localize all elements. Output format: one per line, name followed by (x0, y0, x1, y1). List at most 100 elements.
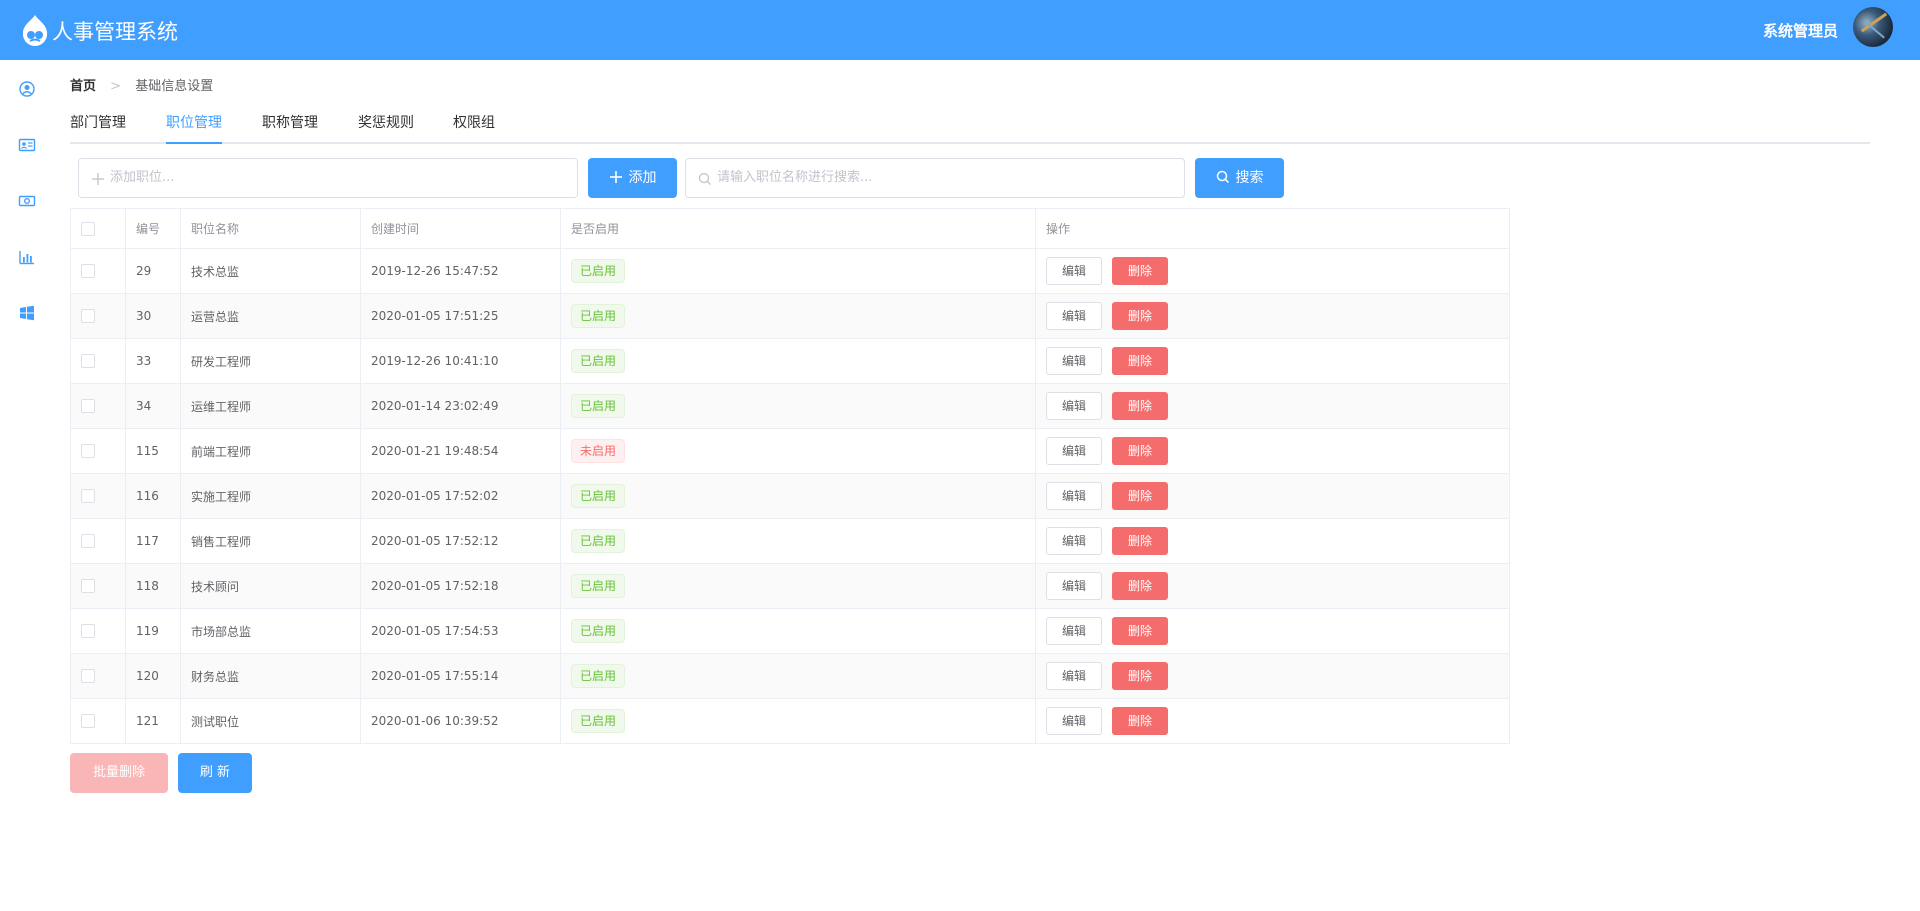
tab-job-title[interactable]: 职称管理 (262, 112, 318, 134)
refresh-button[interactable]: 刷 新 (178, 753, 252, 793)
row-checkbox[interactable] (81, 354, 95, 368)
edit-button[interactable]: 编辑 (1046, 302, 1102, 330)
search-input[interactable]: 请输入职位名称进行搜索... (685, 158, 1185, 198)
row-checkbox[interactable] (81, 579, 95, 593)
row-checkbox[interactable] (81, 714, 95, 728)
table-row: 34 运维工程师 2020-01-14 23:02:49 已启用 编辑 删除 (71, 384, 1509, 429)
table-row: 33 研发工程师 2019-12-26 10:41:10 已启用 编辑 删除 (71, 339, 1509, 384)
money-icon[interactable] (18, 192, 36, 210)
created-time: 2020-01-05 17:52:02 (361, 474, 561, 518)
user-name[interactable]: 系统管理员 (1763, 21, 1838, 41)
select-cell (71, 384, 126, 428)
table-row: 30 运营总监 2020-01-05 17:51:25 已启用 编辑 删除 (71, 294, 1509, 339)
user-circle-icon[interactable] (18, 80, 36, 98)
edit-button[interactable]: 编辑 (1046, 437, 1102, 465)
row-checkbox[interactable] (81, 444, 95, 458)
edit-button[interactable]: 编辑 (1046, 257, 1102, 285)
tab-department[interactable]: 部门管理 (70, 112, 126, 134)
status-cell: 已启用 (561, 339, 1036, 383)
row-checkbox[interactable] (81, 309, 95, 323)
actions-cell: 编辑 删除 (1036, 564, 1511, 608)
created-time: 2020-01-06 10:39:52 (361, 699, 561, 743)
delete-button[interactable]: 删除 (1112, 257, 1168, 285)
side-nav (0, 60, 56, 911)
tab-permission-group[interactable]: 权限组 (453, 112, 495, 134)
select-cell (71, 474, 126, 518)
edit-button[interactable]: 编辑 (1046, 347, 1102, 375)
actions-cell: 编辑 删除 (1036, 384, 1511, 428)
created-time: 2020-01-05 17:52:18 (361, 564, 561, 608)
delete-button[interactable]: 删除 (1112, 662, 1168, 690)
row-checkbox[interactable] (81, 669, 95, 683)
tab-position[interactable]: 职位管理 (166, 112, 222, 134)
row-checkbox[interactable] (81, 534, 95, 548)
status-cell: 已启用 (561, 384, 1036, 428)
position-id: 33 (126, 339, 181, 383)
edit-button[interactable]: 编辑 (1046, 527, 1102, 555)
delete-button[interactable]: 删除 (1112, 437, 1168, 465)
top-header: 人事管理系统 系统管理员 (0, 0, 1920, 60)
breadcrumb-home[interactable]: 首页 (70, 79, 96, 94)
edit-button[interactable]: 编辑 (1046, 482, 1102, 510)
table-row: 118 技术顾问 2020-01-05 17:52:18 已启用 编辑 删除 (71, 564, 1509, 609)
row-checkbox[interactable] (81, 399, 95, 413)
edit-button[interactable]: 编辑 (1046, 392, 1102, 420)
delete-button[interactable]: 删除 (1112, 707, 1168, 735)
actions-cell: 编辑 删除 (1036, 294, 1511, 338)
status-badge: 已启用 (571, 259, 626, 283)
table-row: 120 财务总监 2020-01-05 17:55:14 已启用 编辑 删除 (71, 654, 1509, 699)
created-time: 2019-12-26 15:47:52 (361, 249, 561, 293)
add-button[interactable]: 添加 (588, 158, 677, 198)
avatar[interactable] (1853, 7, 1893, 47)
delete-button[interactable]: 删除 (1112, 302, 1168, 330)
position-id: 118 (126, 564, 181, 608)
select-cell (71, 249, 126, 293)
status-badge: 已启用 (571, 619, 626, 643)
row-checkbox[interactable] (81, 624, 95, 638)
delete-button[interactable]: 删除 (1112, 572, 1168, 600)
actions-cell: 编辑 删除 (1036, 429, 1511, 473)
select-cell (71, 429, 126, 473)
table-row: 117 销售工程师 2020-01-05 17:52:12 已启用 编辑 删除 (71, 519, 1509, 564)
status-cell: 未启用 (561, 429, 1036, 473)
created-time: 2020-01-05 17:52:12 (361, 519, 561, 563)
delete-button[interactable]: 删除 (1112, 482, 1168, 510)
select-all-checkbox[interactable] (81, 221, 95, 236)
tab-reward-rules[interactable]: 奖惩规则 (358, 112, 414, 134)
breadcrumb: 首页 > 基础信息设置 (70, 77, 213, 97)
position-id: 121 (126, 699, 181, 743)
search-icon (698, 172, 711, 185)
actions-cell: 编辑 删除 (1036, 699, 1511, 743)
position-id: 34 (126, 384, 181, 428)
windows-icon[interactable] (18, 304, 36, 322)
edit-button[interactable]: 编辑 (1046, 707, 1102, 735)
drupal-logo-icon (22, 15, 48, 46)
edit-button[interactable]: 编辑 (1046, 617, 1102, 645)
batch-delete-button[interactable]: 批量删除 (70, 753, 168, 793)
add-button-label: 添加 (628, 170, 657, 186)
status-badge: 未启用 (571, 439, 626, 463)
edit-button[interactable]: 编辑 (1046, 662, 1102, 690)
search-button[interactable]: 搜索 (1195, 158, 1284, 198)
position-name: 运维工程师 (181, 384, 361, 428)
delete-button[interactable]: 删除 (1112, 617, 1168, 645)
add-position-input[interactable]: 添加职位... (78, 158, 578, 198)
search-button-label: 搜索 (1235, 170, 1264, 186)
status-badge: 已启用 (571, 574, 626, 598)
delete-button[interactable]: 删除 (1112, 347, 1168, 375)
created-time: 2020-01-05 17:51:25 (361, 294, 561, 338)
header-name: 职位名称 (181, 209, 361, 248)
id-card-icon[interactable] (18, 136, 36, 154)
row-checkbox[interactable] (81, 264, 95, 278)
position-name: 研发工程师 (181, 339, 361, 383)
delete-button[interactable]: 删除 (1112, 527, 1168, 555)
actions-cell: 编辑 删除 (1036, 339, 1511, 383)
bar-chart-icon[interactable] (18, 248, 36, 266)
status-badge: 已启用 (571, 529, 626, 553)
position-name: 技术顾问 (181, 564, 361, 608)
delete-button[interactable]: 删除 (1112, 392, 1168, 420)
edit-button[interactable]: 编辑 (1046, 572, 1102, 600)
actions-cell: 编辑 删除 (1036, 654, 1511, 698)
actions-cell: 编辑 删除 (1036, 609, 1511, 653)
row-checkbox[interactable] (81, 489, 95, 503)
